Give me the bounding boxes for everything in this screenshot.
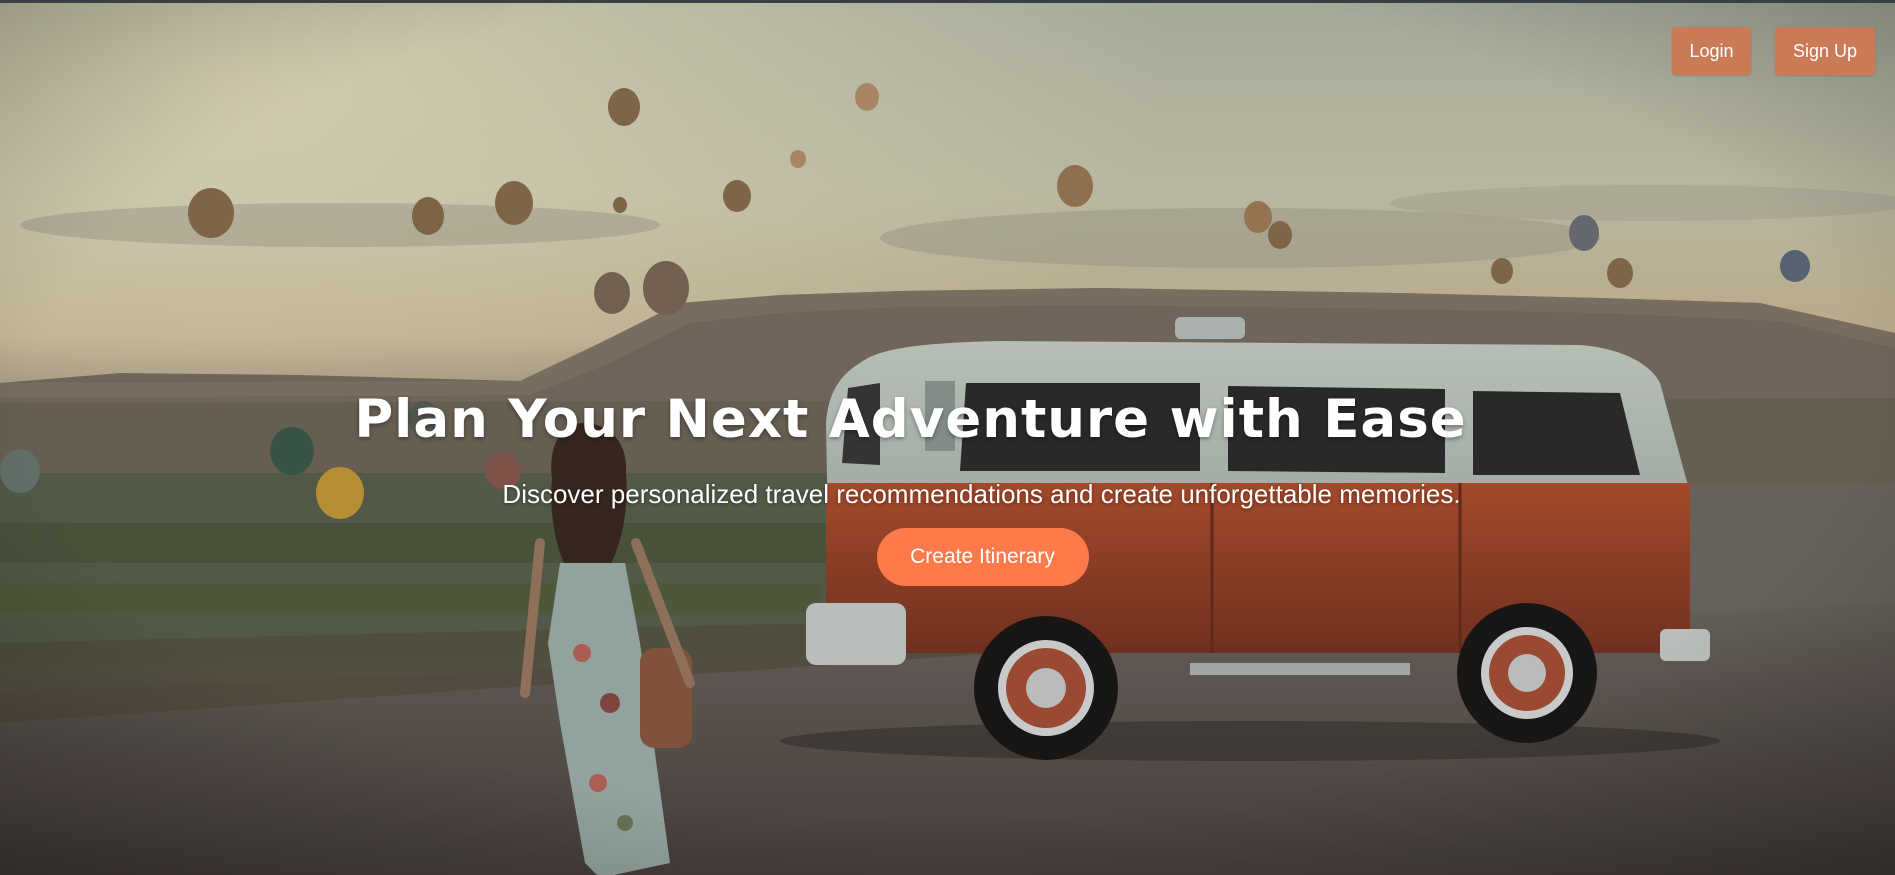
signup-button[interactable]: Sign Up	[1775, 27, 1875, 75]
hero-content: Plan Your Next Adventure with Ease Disco…	[0, 391, 1895, 586]
hero-title: Plan Your Next Adventure with Ease	[354, 389, 1467, 450]
hero-subtitle: Discover personalized travel recommendat…	[502, 479, 1461, 509]
login-button[interactable]: Login	[1672, 27, 1751, 75]
top-nav: Login Sign Up	[1672, 27, 1875, 75]
create-itinerary-button[interactable]: Create Itinerary	[876, 528, 1089, 586]
hero-section: Login Sign Up Plan Your Next Adventure w…	[0, 0, 1895, 875]
